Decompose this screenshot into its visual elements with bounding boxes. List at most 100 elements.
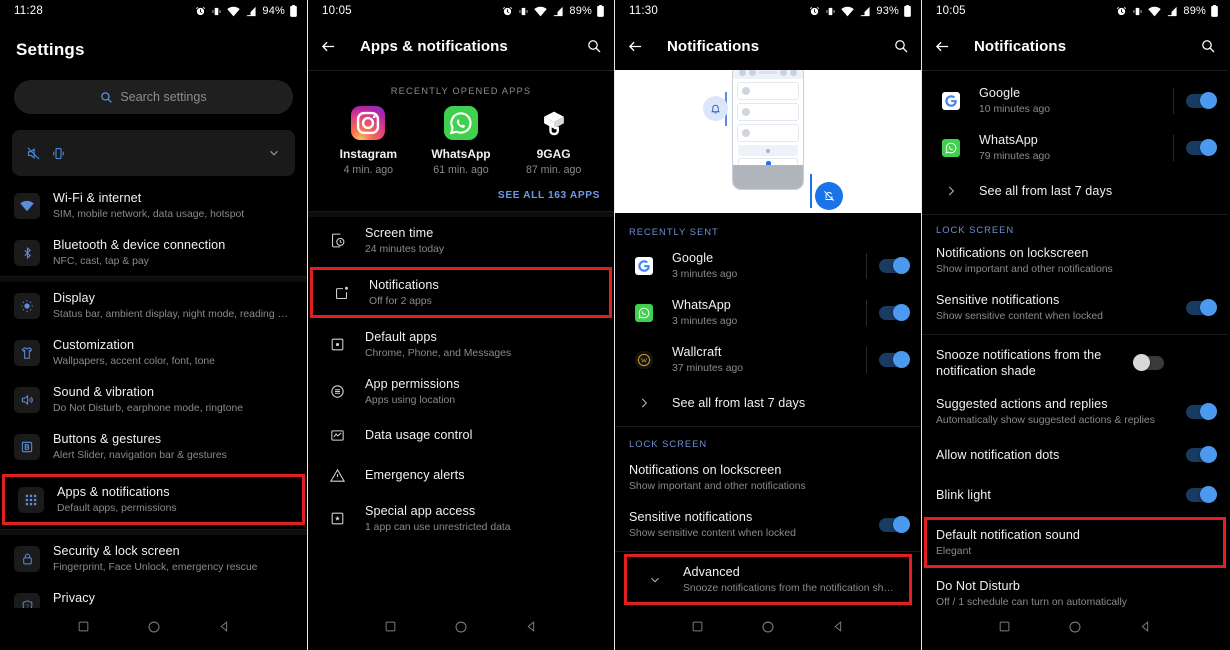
list-item-emergency-alerts[interactable]: Emergency alerts [308, 455, 614, 495]
item-title: Default notification sound [936, 528, 1081, 542]
triangle-back-icon[interactable] [525, 620, 538, 638]
panel-notifications-expanded: 10:05 89% Notifications Google 10 minute [921, 0, 1228, 650]
notif-app-whatsapp[interactable]: WhatsApp 79 minutes ago [922, 124, 1228, 171]
item-title: Suggested actions and replies [936, 397, 1108, 411]
chevron-down-icon [640, 573, 670, 587]
recent-apps-row: Instagram 4 min. ago WhatsApp 61 min. ag… [308, 102, 614, 176]
square-icon[interactable] [77, 620, 90, 638]
app-bar: Notifications [922, 22, 1228, 70]
circle-icon[interactable] [1068, 620, 1082, 639]
notification-toggle[interactable] [1186, 91, 1217, 109]
battery-percent: 89% [1183, 5, 1206, 17]
list-item-default-notification-sound[interactable]: Default notification sound Elegant [924, 517, 1226, 568]
list-item-snooze-notifications[interactable]: Snooze notifications from the notificati… [922, 338, 1228, 388]
suggested-actions-toggle[interactable] [1186, 402, 1217, 420]
item-title: Display [53, 291, 95, 305]
battery-icon [904, 5, 911, 17]
phone-action-chip [738, 145, 798, 156]
item-subtitle: SIM, mobile network, data usage, hotspot [53, 209, 245, 220]
list-item-app-permissions[interactable]: App permissions Apps using location [308, 368, 614, 415]
back-arrow-icon[interactable] [627, 38, 659, 55]
notification-toggle[interactable] [1186, 138, 1217, 156]
see-all-apps-link[interactable]: SEE ALL 163 APPS [308, 176, 614, 211]
sidebar-item-buttons-gestures[interactable]: Buttons & gestures Alert Slider, navigat… [0, 423, 307, 470]
snooze-notifications-toggle[interactable] [1133, 354, 1164, 371]
section-divider [615, 551, 921, 552]
item-subtitle: Show important and other notifications [629, 481, 806, 492]
permissions-icon [322, 383, 352, 400]
recent-app-9gag[interactable]: 9GAG 87 min. ago [511, 106, 597, 176]
blink-light-toggle[interactable] [1186, 486, 1217, 503]
list-item-notifications-on-lockscreen[interactable]: Notifications on lockscreen Show importa… [922, 237, 1228, 284]
search-icon[interactable] [576, 38, 602, 54]
item-subtitle: Status bar, ambient display, night mode,… [53, 309, 293, 320]
search-icon[interactable] [1190, 38, 1216, 54]
back-arrow-icon[interactable] [320, 38, 352, 55]
sidebar-item-display[interactable]: Display Status bar, ambient display, nig… [0, 282, 307, 329]
battery-percent: 89% [569, 5, 592, 17]
list-item-notifications[interactable]: Notifications Off for 2 apps [310, 267, 612, 318]
sensitive-notifications-toggle[interactable] [879, 515, 910, 533]
square-icon[interactable] [384, 620, 397, 638]
list-item-notification-dots[interactable]: Allow notification dots [922, 435, 1228, 475]
item-title: App permissions [365, 377, 460, 391]
search-icon[interactable] [883, 38, 909, 54]
notif-app-whatsapp[interactable]: WhatsApp 3 minutes ago [615, 289, 921, 336]
notif-app-wallcraft[interactable]: W Wallcraft 37 minutes ago [615, 336, 921, 383]
back-arrow-icon[interactable] [934, 38, 966, 55]
triangle-back-icon[interactable] [218, 620, 231, 638]
notif-app-google[interactable]: Google 10 minutes ago [922, 77, 1228, 124]
square-icon[interactable] [691, 620, 704, 638]
list-item-default-apps[interactable]: Default apps Chrome, Phone, and Messages [308, 321, 614, 368]
whatsapp-icon [936, 138, 966, 157]
list-item-data-usage-control[interactable]: Data usage control [308, 415, 614, 455]
item-subtitle: 3 minutes ago [672, 316, 738, 327]
list-item-sensitive-notifications[interactable]: Sensitive notifications Show sensitive c… [922, 284, 1228, 331]
notification-toggle[interactable] [879, 256, 910, 274]
list-item-notifications-on-lockscreen[interactable]: Notifications on lockscreen Show importa… [615, 454, 921, 501]
chevron-down-icon[interactable] [267, 146, 281, 160]
triangle-back-icon[interactable] [1139, 620, 1152, 638]
phone-mockup [732, 70, 804, 190]
sidebar-item-bluetooth[interactable]: Bluetooth & device connection NFC, cast,… [0, 229, 307, 276]
item-title: Privacy [53, 591, 95, 605]
sidebar-item-customization[interactable]: Customization Wallpapers, accent color, … [0, 329, 307, 376]
list-item-advanced[interactable]: Advanced Snooze notifications from the n… [624, 554, 912, 605]
item-subtitle: Elegant [936, 546, 972, 557]
search-settings-bar[interactable]: Search settings [14, 80, 293, 114]
list-item-suggested-actions[interactable]: Suggested actions and replies Automatica… [922, 388, 1228, 435]
sidebar-item-wifi-internet[interactable]: Wi-Fi & internet SIM, mobile network, da… [0, 182, 307, 229]
triangle-back-icon[interactable] [832, 620, 845, 638]
circle-icon[interactable] [761, 620, 775, 639]
sidebar-item-apps-notifications[interactable]: Apps & notifications Default apps, permi… [2, 474, 305, 525]
status-time: 11:28 [14, 5, 43, 17]
item-title: Sensitive notifications [936, 293, 1060, 307]
recent-app-instagram[interactable]: Instagram 4 min. ago [325, 106, 411, 176]
wifi-icon [227, 6, 241, 17]
list-item-sensitive-notifications[interactable]: Sensitive notifications Show sensitive c… [615, 501, 921, 548]
screenshot-grid: 11:28 94% Settings Search settings Wi-Fi… [0, 0, 1230, 650]
app-bar-title: Notifications [974, 37, 1067, 55]
sidebar-item-sound-vibration[interactable]: Sound & vibration Do Not Disturb, earpho… [0, 376, 307, 423]
recently-sent-label: RECENTLY SENT [629, 226, 719, 237]
sensitive-notifications-toggle[interactable] [1186, 298, 1217, 316]
notification-toggle[interactable] [879, 303, 910, 321]
notification-dots-toggle[interactable] [1186, 446, 1217, 463]
notif-app-google[interactable]: Google 3 minutes ago [615, 242, 921, 289]
item-subtitle: Show important and other notifications [936, 264, 1113, 275]
see-all-last-7-days-row[interactable]: See all from last 7 days [922, 171, 1228, 211]
item-subtitle: Show sensitive content when locked [629, 528, 796, 539]
see-all-last-7-days-row[interactable]: See all from last 7 days [615, 383, 921, 423]
list-item-special-app-access[interactable]: Special app access 1 app can use unrestr… [308, 495, 614, 542]
circle-icon[interactable] [454, 620, 468, 639]
circle-icon[interactable] [147, 620, 161, 639]
default-apps-icon [322, 336, 352, 353]
notification-toggle[interactable] [879, 350, 910, 368]
sidebar-item-security-lockscreen[interactable]: Security & lock screen Fingerprint, Face… [0, 535, 307, 582]
quick-status-card[interactable] [12, 130, 295, 176]
square-icon[interactable] [998, 620, 1011, 638]
list-item-screen-time[interactable]: Screen time 24 minutes today [308, 217, 614, 264]
recent-app-whatsapp[interactable]: WhatsApp 61 min. ago [418, 106, 504, 176]
phone-footer [733, 165, 803, 189]
list-item-blink-light[interactable]: Blink light [922, 475, 1228, 515]
